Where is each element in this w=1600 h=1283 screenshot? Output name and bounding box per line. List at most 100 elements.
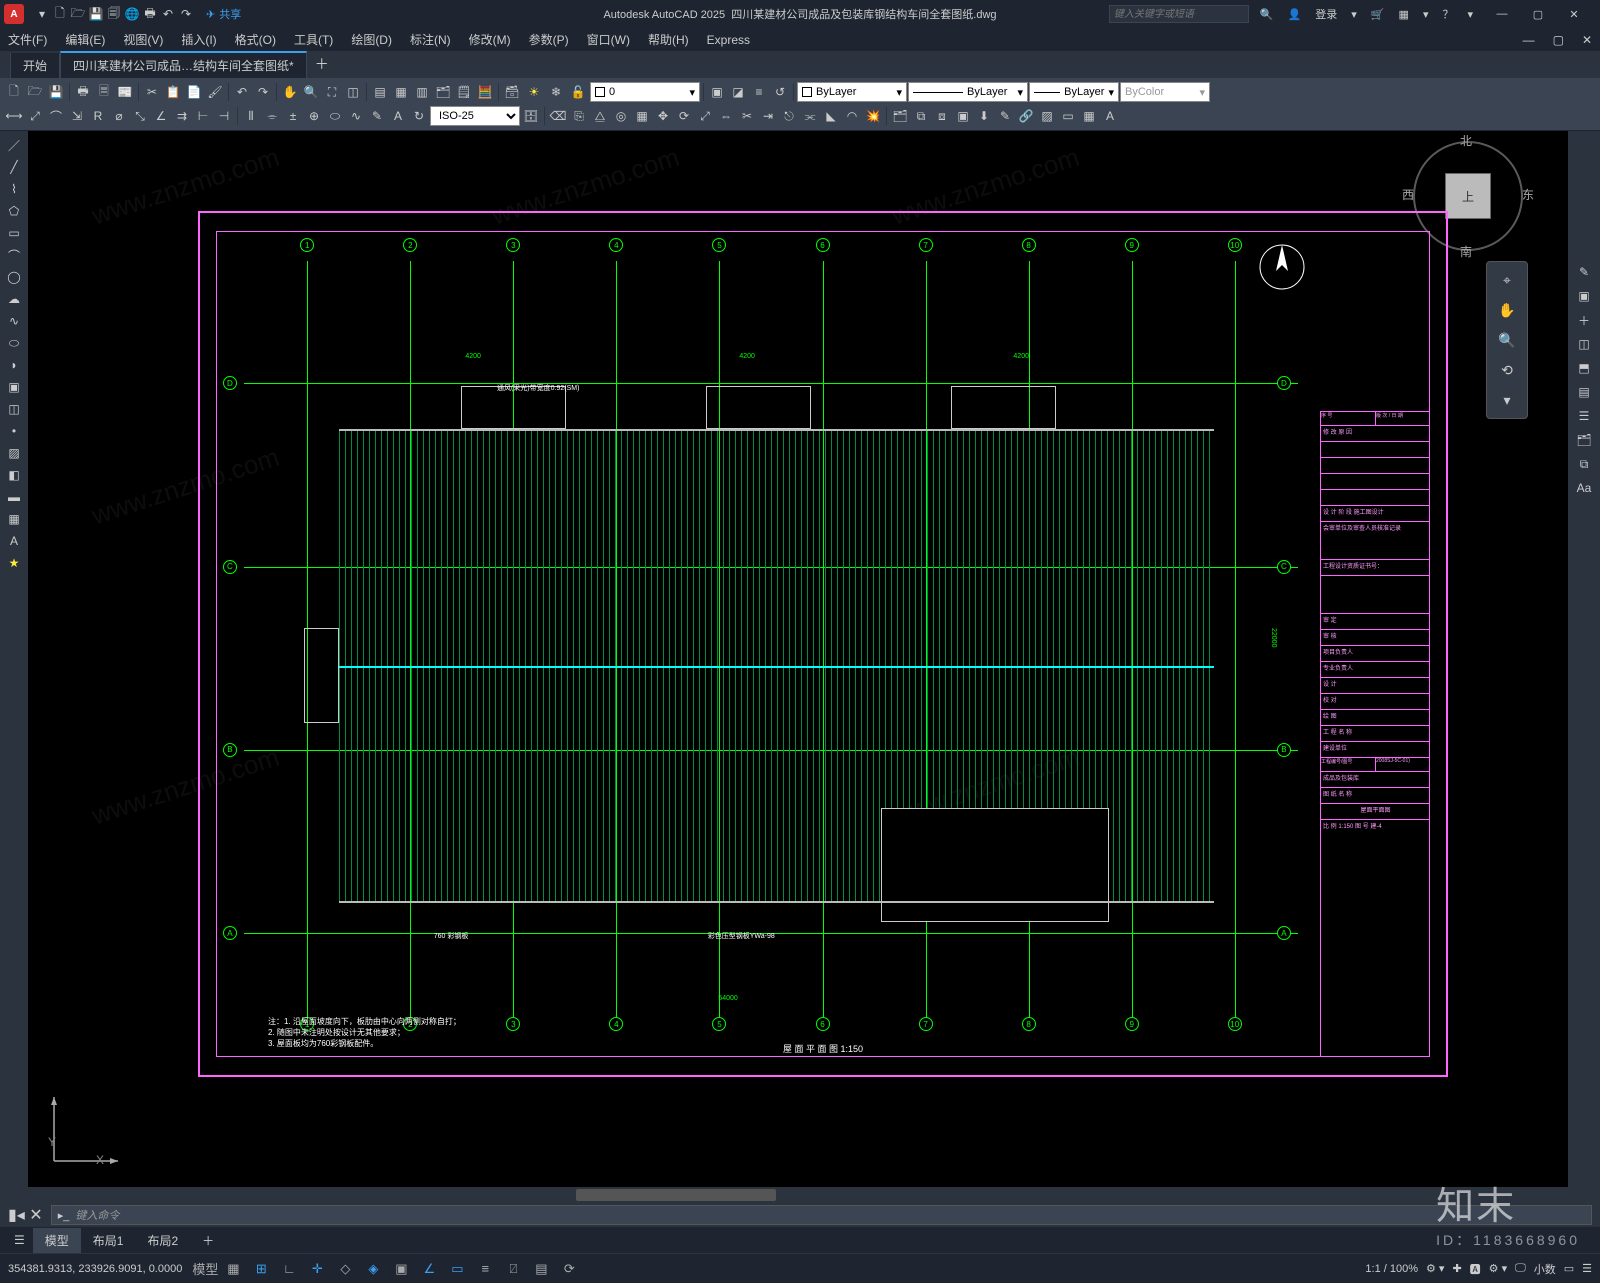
ellipsearc-icon[interactable]: ◗ (4, 355, 24, 375)
drawing-canvas[interactable]: www.znzmo.com www.znzmo.com www.znzmo.co… (28, 131, 1568, 1187)
command-input[interactable]: ▸_键入命令 (51, 1205, 1592, 1225)
cut-icon[interactable]: ✂ (142, 82, 162, 102)
explode-icon[interactable]: 💥 (863, 106, 883, 126)
dimrad-icon[interactable]: R (88, 106, 108, 126)
menu-express[interactable]: Express (707, 33, 750, 47)
grid-toggle[interactable]: ▦ (220, 1258, 246, 1280)
revcloud-icon[interactable]: ☁ (4, 289, 24, 309)
annoscale-readout[interactable]: 1:1 / 100% (1365, 1263, 1418, 1275)
bedit-icon[interactable]: ✎ (995, 106, 1015, 126)
dyninput-toggle[interactable]: ▭ (444, 1258, 470, 1280)
xref-icon[interactable]: 🔗 (1016, 106, 1036, 126)
annovis-icon[interactable]: ✚ (1452, 1262, 1461, 1275)
redo-icon[interactable]: ↷ (253, 82, 273, 102)
login-label[interactable]: 登录 (1315, 6, 1337, 22)
gear-icon[interactable]: ⚙ ▾ (1426, 1262, 1444, 1275)
horizontal-scrollbar[interactable] (0, 1187, 1600, 1203)
min-ribbon-icon[interactable]: ― (1523, 33, 1535, 47)
layout-add-button[interactable]: ＋ (190, 1228, 226, 1253)
mtext2-icon[interactable]: A (4, 531, 24, 551)
mirror-icon[interactable]: ⧋ (590, 106, 610, 126)
dimupd-icon[interactable]: ↻ (409, 106, 429, 126)
dimcont-icon[interactable]: ⊣ (214, 106, 234, 126)
layermgr-icon[interactable]: 🗃 (502, 82, 522, 102)
restore-ribbon-icon[interactable]: ▢ (1553, 33, 1564, 47)
tab-model[interactable]: 模型 (33, 1228, 81, 1253)
redo-icon[interactable]: ↷ (178, 6, 194, 22)
props-icon[interactable]: ▤ (370, 82, 390, 102)
close-doc-icon[interactable]: ✕ (1582, 33, 1592, 47)
table2-icon[interactable]: ▦ (4, 509, 24, 529)
minimize-button[interactable]: ― (1484, 2, 1520, 26)
menu-edit[interactable]: 编辑(E) (65, 31, 105, 48)
ungroup-icon[interactable]: ⧈ (932, 106, 952, 126)
region-icon[interactable]: ▭ (1058, 106, 1078, 126)
iso-toggle[interactable]: ◇ (332, 1258, 358, 1280)
rotate-icon[interactable]: ⟳ (674, 106, 694, 126)
otrack-toggle[interactable]: ∠ (416, 1258, 442, 1280)
dimstyle-combo[interactable]: ISO-25 (430, 106, 520, 126)
rect-icon[interactable]: ▭ (4, 223, 24, 243)
user-icon[interactable]: 👤 (1288, 8, 1302, 21)
close-button[interactable]: ✕ (1556, 2, 1592, 26)
units-readout[interactable]: 小数 (1534, 1261, 1556, 1277)
dimang-icon[interactable]: ∠ (151, 106, 171, 126)
menu-insert[interactable]: 插入(I) (181, 31, 216, 48)
dimedit-icon[interactable]: ✎ (367, 106, 387, 126)
dimord-icon[interactable]: ⇲ (67, 106, 87, 126)
dimbase-icon[interactable]: ⊢ (193, 106, 213, 126)
rp-9-icon[interactable]: ⧉ (1573, 453, 1595, 475)
erase-icon[interactable]: ⌫ (548, 106, 568, 126)
table-icon[interactable]: ▦ (1079, 106, 1099, 126)
plot-icon[interactable]: 🖶 (73, 82, 93, 102)
layeroff-icon[interactable]: ◪ (728, 82, 748, 102)
joglin-icon[interactable]: ∿ (346, 106, 366, 126)
tab-document[interactable]: 四川某建材公司成品…结构车间全套图纸* (60, 51, 307, 78)
lineweight-combo[interactable]: ByLayer▾ (1029, 82, 1119, 102)
stretch-icon[interactable]: ⇔ (716, 106, 736, 126)
qnew-icon[interactable]: ▾ (34, 6, 50, 22)
arc-icon[interactable]: ⌒ (4, 245, 24, 265)
menu-view[interactable]: 视图(V) (123, 31, 163, 48)
pan2-icon[interactable]: ✋ (1493, 298, 1521, 322)
offset-icon[interactable]: ◎ (611, 106, 631, 126)
menu-help[interactable]: 帮助(H) (648, 31, 689, 48)
web-icon[interactable]: 🌐 (124, 6, 140, 22)
sun-on-icon[interactable]: ☀ (524, 82, 544, 102)
tab-start[interactable]: 开始 (10, 53, 60, 78)
dimlin-icon[interactable]: ⟷ (4, 106, 24, 126)
spline-icon[interactable]: ∿ (4, 311, 24, 331)
extend-icon[interactable]: ⇥ (758, 106, 778, 126)
selcyc-toggle[interactable]: ⟳ (556, 1258, 582, 1280)
mtext-icon[interactable]: A (1100, 106, 1120, 126)
osnap-toggle[interactable]: ◈ (360, 1258, 386, 1280)
qdim-icon[interactable]: ⇉ (172, 106, 192, 126)
color-combo[interactable]: ByLayer▾ (797, 82, 907, 102)
hatch-icon[interactable]: ▨ (1037, 106, 1057, 126)
dimstylemgr-icon[interactable]: 🗄 (521, 106, 541, 126)
save-icon[interactable]: 💾 (88, 6, 104, 22)
fillet-icon[interactable]: ◠ (842, 106, 862, 126)
3dosnap-toggle[interactable]: ▣ (388, 1258, 414, 1280)
array-icon[interactable]: ▦ (632, 106, 652, 126)
customize-icon[interactable]: ☰ (1582, 1262, 1592, 1275)
saveas-icon[interactable]: 🗐 (106, 6, 122, 22)
fullnav-icon[interactable]: ⌖ (1493, 268, 1521, 292)
tpy-toggle[interactable]: ⍁ (500, 1258, 526, 1280)
dimbreak-icon[interactable]: ⌯ (262, 106, 282, 126)
modelspace-button[interactable]: 模型 (192, 1258, 218, 1280)
sheetset-icon[interactable]: 🗂 (433, 82, 453, 102)
lock-icon[interactable]: 🔓 (568, 82, 588, 102)
new-icon[interactable]: 🗋 (4, 82, 24, 102)
center-icon[interactable]: ⊕ (304, 106, 324, 126)
scale-icon[interactable]: ⤢ (695, 106, 715, 126)
join-icon[interactable]: ⫘ (800, 106, 820, 126)
menu-param[interactable]: 参数(P) (529, 31, 569, 48)
workspace-icon[interactable]: ⚙ ▾ (1489, 1262, 1507, 1275)
markup-icon[interactable]: 🗒 (454, 82, 474, 102)
pan-icon[interactable]: ✋ (280, 82, 300, 102)
rp-3-icon[interactable]: ＋ (1573, 309, 1595, 331)
paste-icon[interactable]: 📄 (184, 82, 204, 102)
cleanscreen-icon[interactable]: ▭ (1564, 1262, 1574, 1275)
layout-menu-icon[interactable]: ☰ (6, 1229, 33, 1251)
